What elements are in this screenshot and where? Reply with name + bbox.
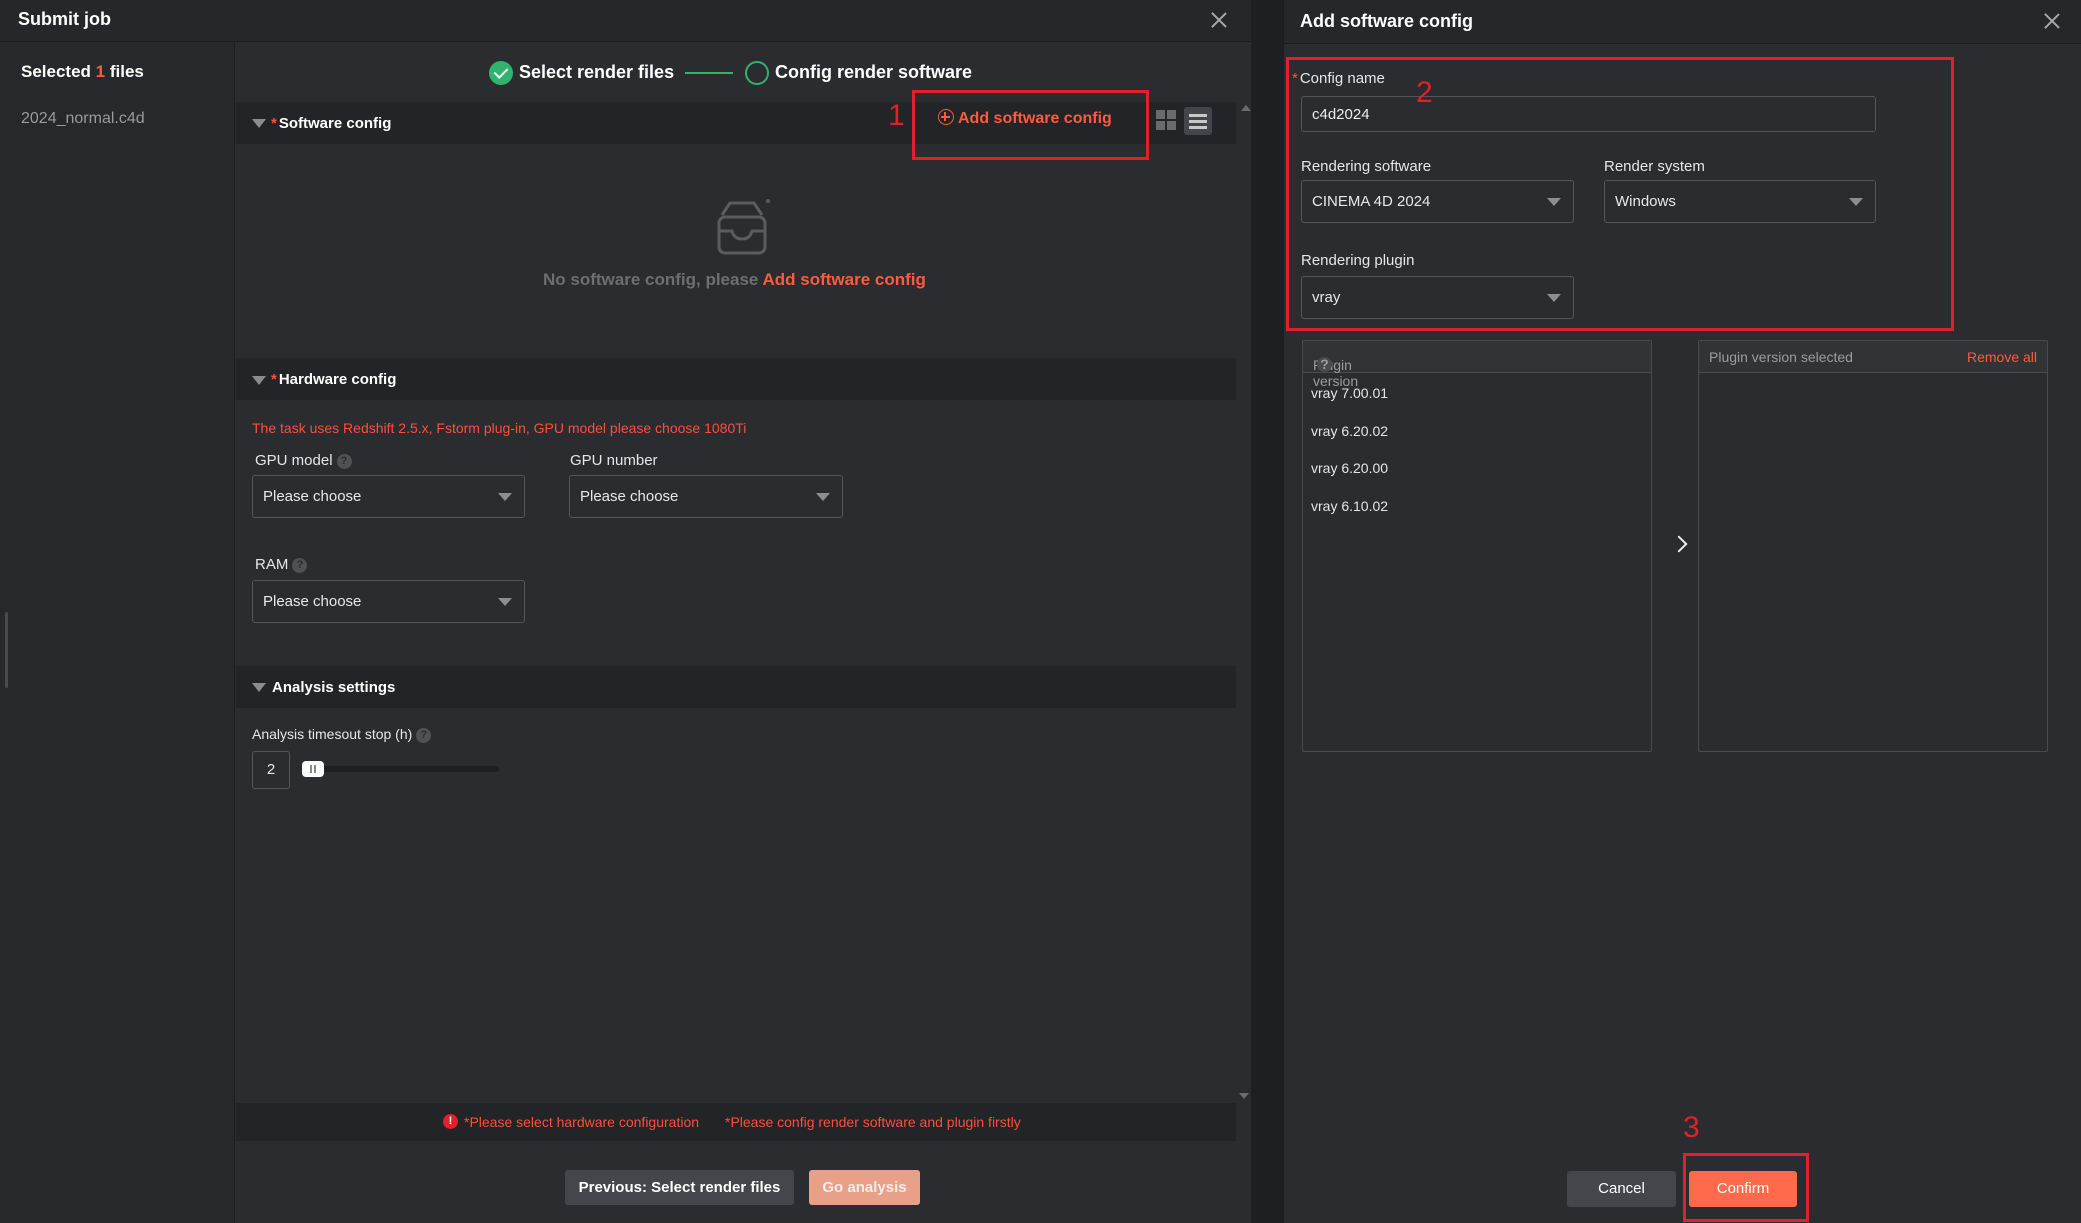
dialog-title: Add software config <box>1300 11 1474 31</box>
gpu-number-select[interactable]: Please choose <box>569 475 843 518</box>
overlay-gap <box>1251 0 1283 1223</box>
software-error-text: *Please config render software and plugi… <box>725 1114 1021 1130</box>
hardware-warning: The task uses Redshift 2.5.x, Fstorm plu… <box>252 420 747 436</box>
timeout-slider-track[interactable] <box>302 766 499 772</box>
collapse-icon[interactable] <box>252 683 266 692</box>
sidebar-scrollbar[interactable] <box>5 612 8 688</box>
empty-add-config-link[interactable]: Add software config <box>762 270 925 289</box>
list-view-icon[interactable] <box>1184 107 1212 135</box>
step-connector <box>685 72 733 74</box>
plugin-version-item[interactable]: vray 7.00.01 <box>1311 385 1388 401</box>
empty-state-text: No software config, please Add software … <box>543 270 926 289</box>
annotation-number-3: 3 <box>1683 1111 1700 1144</box>
chevron-down-icon <box>816 493 830 501</box>
submit-job-window: Submit job Selected 1 files 2024_normal.… <box>0 0 1251 1223</box>
plugin-version-item[interactable]: vray 6.20.02 <box>1311 423 1388 439</box>
step-active-icon <box>745 61 769 85</box>
empty-box-icon <box>708 195 774 261</box>
plugin-version-list: Plugin version? vray 7.00.01 vray 6.20.0… <box>1302 340 1652 752</box>
title-bar: Submit job <box>0 0 1251 42</box>
plugin-version-item[interactable]: vray 6.10.02 <box>1311 498 1388 514</box>
error-icon: ! <box>443 1114 458 1129</box>
dialog-title-bar: Add software config <box>1284 0 2081 44</box>
step-done-icon <box>489 61 513 85</box>
step-config-software: Config render software <box>775 62 973 82</box>
section-title: * Hardware config <box>271 371 397 388</box>
remove-all-link[interactable]: Remove all <box>1967 349 2037 365</box>
previous-button[interactable]: Previous: Select render files <box>565 1170 794 1205</box>
add-software-config-dialog: Add software config * Config name c4d2024… <box>1283 0 2081 1223</box>
help-icon: ? <box>336 454 352 469</box>
annotation-box-2 <box>1286 57 1954 331</box>
gpu-number-label: GPU number <box>570 452 658 469</box>
annotation-box-1 <box>912 90 1149 160</box>
annotation-number-1: 1 <box>888 99 905 132</box>
help-icon: ? <box>1317 357 1332 372</box>
help-icon: ? <box>416 728 432 743</box>
chevron-right-icon[interactable] <box>1670 535 1688 553</box>
ram-select[interactable]: Please choose <box>252 580 525 623</box>
timeout-label: Analysis timesout stop (h)? <box>252 726 432 743</box>
close-icon[interactable] <box>2041 10 2063 32</box>
gpu-model-select[interactable]: Please choose <box>252 475 525 518</box>
file-list-item[interactable]: 2024_normal.c4d <box>21 110 145 128</box>
select-value: Please choose <box>263 488 362 505</box>
hardware-config-header[interactable]: * Hardware config <box>236 358 1236 400</box>
chevron-down-icon <box>498 493 512 501</box>
timeout-slider-handle[interactable] <box>302 761 324 777</box>
annotation-box-3 <box>1683 1153 1809 1222</box>
error-bar: ! *Please select hardware configuration … <box>236 1103 1236 1141</box>
select-value: Please choose <box>263 593 362 610</box>
step-select-files: Select render files <box>519 62 675 82</box>
selected-prefix: Selected <box>21 62 91 81</box>
hardware-error-text: *Please select hardware configuration <box>464 1114 700 1130</box>
collapse-icon[interactable] <box>252 119 266 128</box>
selected-version-list: Plugin version selected Remove all <box>1698 340 2048 752</box>
close-icon[interactable] <box>1208 9 1230 31</box>
section-title: * Software config <box>271 115 392 132</box>
scroll-down-icon[interactable] <box>1239 1093 1249 1099</box>
grid-view-icon[interactable] <box>1156 110 1177 131</box>
section-title: Analysis settings <box>272 679 396 696</box>
selected-files-count: Selected 1 files <box>21 62 144 82</box>
collapse-icon[interactable] <box>252 376 266 385</box>
timeout-input[interactable]: 2 <box>252 751 290 789</box>
file-sidebar: Selected 1 files 2024_normal.c4d <box>0 42 235 1223</box>
plugin-version-item[interactable]: vray 6.20.00 <box>1311 460 1388 476</box>
gpu-model-label: GPU model? <box>255 452 352 469</box>
select-value: Please choose <box>580 488 679 505</box>
window-title: Submit job <box>18 9 111 29</box>
selected-version-header: Plugin version selected Remove all <box>1699 341 2047 373</box>
help-icon: ? <box>292 558 308 573</box>
chevron-down-icon <box>498 598 512 606</box>
list-title: Plugin version selected <box>1709 349 1853 365</box>
ram-label: RAM? <box>255 556 308 573</box>
cancel-button[interactable]: Cancel <box>1567 1171 1676 1207</box>
selected-count: 1 <box>95 62 106 81</box>
analysis-settings-header[interactable]: Analysis settings <box>236 666 1236 708</box>
plugin-version-header: Plugin version? <box>1303 341 1651 389</box>
scroll-up-icon[interactable] <box>1241 105 1251 111</box>
go-analysis-button[interactable]: Go analysis <box>809 1170 920 1205</box>
selected-suffix: files <box>109 62 144 81</box>
